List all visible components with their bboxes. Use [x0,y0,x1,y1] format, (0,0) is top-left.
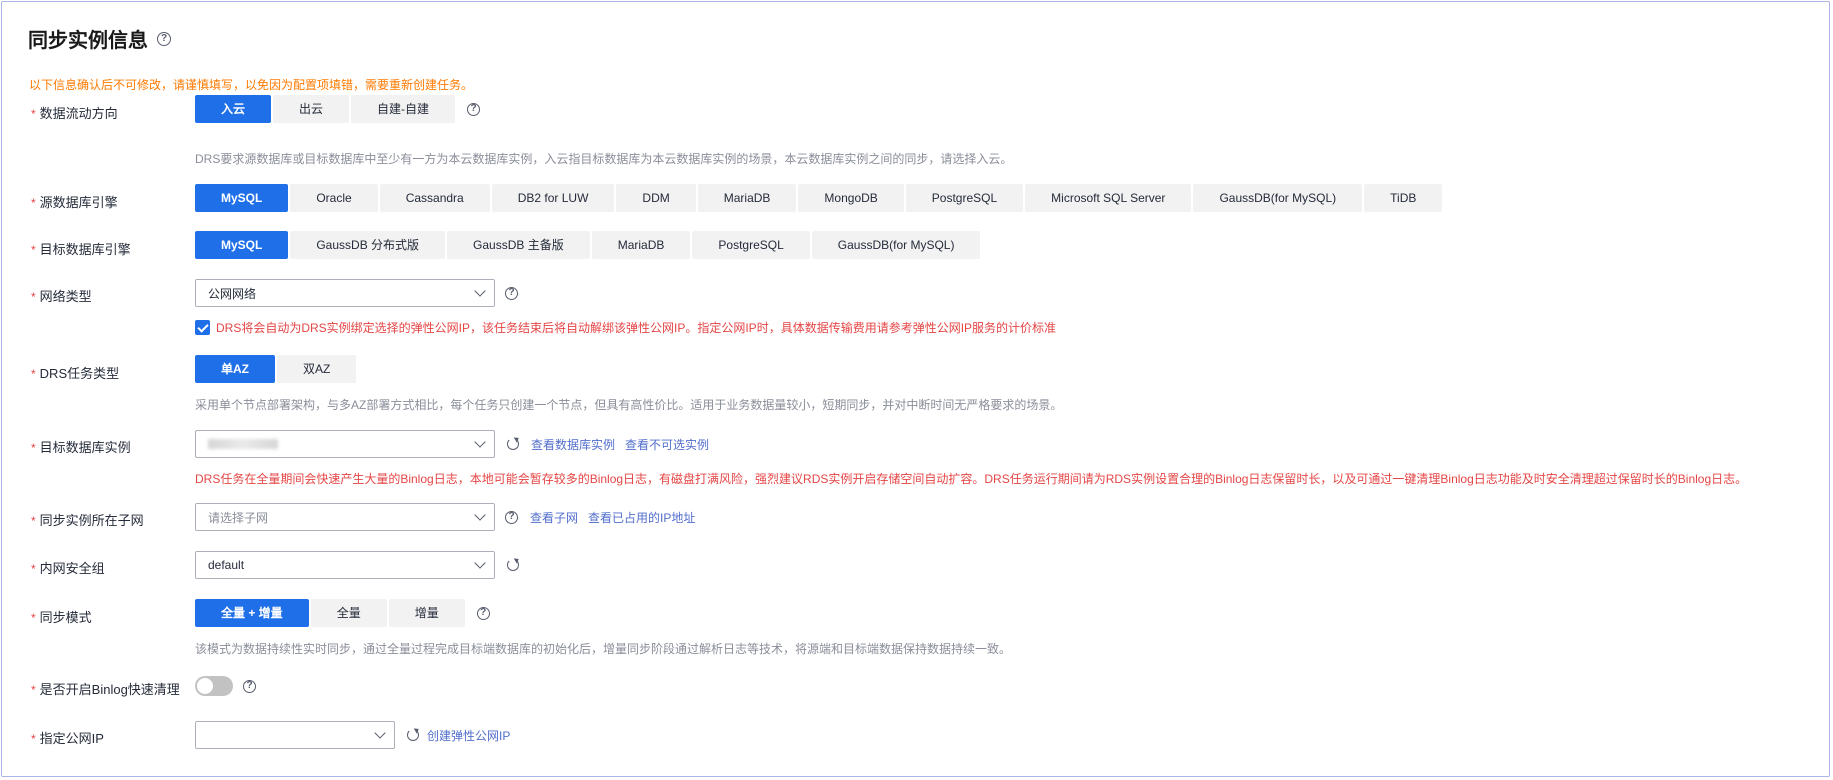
source-engine-mariadb[interactable]: MariaDB [697,184,797,212]
target-engine-mariadb[interactable]: MariaDB [591,231,691,259]
subnet-help-icon[interactable]: ? [505,510,518,524]
eip-notice-text: DRS将会自动为DRS实例绑定选择的弹性公网IP，该任务结束后将自动解绑该弹性公… [216,321,1057,335]
source-engine-mysql[interactable]: MySQL [195,184,289,212]
security-group-select[interactable]: default [195,551,495,579]
network-help-icon[interactable]: ? [505,286,518,300]
subnet-placeholder: 请选择子网 [208,510,269,525]
page-title-text: 同步实例信息 [28,30,148,52]
source-engine-tidb[interactable]: TiDB [1364,184,1443,212]
sync-instance-panel: 同步实例信息 ? 以下信息确认后不可修改，请谨慎填写，以免因为配置项填错，需要重… [1,1,1830,777]
security-group-value: default [208,558,245,572]
network-type-label: * 网络类型 [31,289,92,304]
chevron-down-icon [474,509,486,521]
help-icon[interactable]: ? [157,31,171,46]
view-instances-link[interactable]: 查看数据库实例 [531,436,615,453]
flow-direction-hint: DRS要求源数据库或目标数据库中至少有一方为本云数据库实例，入云指目标数据库为本… [195,152,1013,166]
network-type-value: 公网网络 [208,286,257,301]
source-engine-ddm[interactable]: DDM [616,184,696,212]
target-engine-gaussdb-primary[interactable]: GaussDB 主备版 [447,231,590,259]
flow-direction-label: * 数据流动方向 [31,106,118,121]
source-engine-label: * 源数据库引擎 [31,195,118,210]
public-ip-control: 创建弹性公网IP [195,721,510,749]
binlog-warning: DRS任务在全量期间会快速产生大量的Binlog日志，本地可能会暂存较多的Bin… [195,472,1748,486]
task-type-label: * DRS任务类型 [31,366,120,381]
chevron-down-icon [474,285,486,297]
target-instance-label: * 目标数据库实例 [31,440,131,455]
source-engine-postgresql[interactable]: PostgreSQL [905,184,1024,212]
task-type-hint: 采用单个节点部署架构，与多AZ部署方式相比，每个任务只创建一个节点，但具有高性价… [195,398,1063,412]
subnet-select[interactable]: 请选择子网 [195,503,495,531]
sync-mode-full[interactable]: 全量 [310,599,387,627]
refresh-icon[interactable] [407,729,419,741]
target-instance-value-redacted [208,439,278,449]
flow-direction-group: 入云 出云 自建-自建 ? [195,95,481,123]
chevron-down-icon [374,727,386,739]
task-type-single-az[interactable]: 单AZ [195,355,275,383]
network-type-control: 公网网络 ? [195,279,518,307]
binlog-cleanup-control: ? [195,676,256,696]
view-subnet-link[interactable]: 查看子网 [530,509,578,526]
sync-mode-hint: 该模式为数据持续性实时同步，通过全量过程完成目标端数据库的初始化后，增量同步阶段… [195,642,1012,656]
binlog-cleanup-label: * 是否开启Binlog快速清理 [31,682,180,697]
security-group-label: * 内网安全组 [31,561,105,576]
task-type-dual-az[interactable]: 双AZ [277,355,357,383]
config-warning: 以下信息确认后不可修改，请谨慎填写，以免因为配置项填错，需要重新创建任务。 [29,78,474,92]
create-eip-link[interactable]: 创建弹性公网IP [427,727,510,744]
page-title: 同步实例信息 ? [28,24,171,53]
binlog-help-icon[interactable]: ? [243,679,256,693]
source-engine-db2[interactable]: DB2 for LUW [491,184,615,212]
source-engine-group: MySQL Oracle Cassandra DB2 for LUW DDM M… [195,184,1444,212]
sync-mode-incremental[interactable]: 增量 [388,599,465,627]
source-engine-mongodb[interactable]: MongoDB [798,184,904,212]
eip-checkbox[interactable] [195,320,210,335]
target-instance-select[interactable] [195,430,495,458]
eip-notice: DRS将会自动为DRS实例绑定选择的弹性公网IP，该任务结束后将自动解绑该弹性公… [195,319,1056,336]
binlog-cleanup-toggle[interactable] [195,676,233,696]
target-engine-gaussdb-distributed[interactable]: GaussDB 分布式版 [290,231,446,259]
source-engine-oracle[interactable]: Oracle [290,184,378,212]
refresh-icon[interactable] [507,559,519,571]
task-type-group: 单AZ 双AZ [195,355,358,383]
sync-mode-help-icon[interactable]: ? [476,606,490,620]
network-type-select[interactable]: 公网网络 [195,279,495,307]
sync-mode-label: * 同步模式 [31,610,92,625]
source-engine-cassandra[interactable]: Cassandra [379,184,490,212]
sync-mode-full-incremental[interactable]: 全量 + 增量 [195,599,309,627]
refresh-icon[interactable] [507,438,519,450]
flow-option-self[interactable]: 自建-自建 [351,95,456,123]
target-instance-control: 查看数据库实例 查看不可选实例 [195,430,709,458]
view-unavailable-instances-link[interactable]: 查看不可选实例 [625,436,709,453]
chevron-down-icon [474,557,486,569]
target-engine-gaussdb-mysql[interactable]: GaussDB(for MySQL) [811,231,981,259]
target-engine-mysql[interactable]: MySQL [195,231,289,259]
target-engine-postgresql[interactable]: PostgreSQL [692,231,810,259]
source-engine-gaussdb-mysql[interactable]: GaussDB(for MySQL) [1193,184,1363,212]
target-engine-label: * 目标数据库引擎 [31,242,131,257]
target-engine-group: MySQL GaussDB 分布式版 GaussDB 主备版 MariaDB P… [195,231,982,259]
subnet-control: 请选择子网 ? 查看子网 查看已占用的IP地址 [195,503,695,531]
flow-option-out[interactable]: 出云 [273,95,350,123]
chevron-down-icon [474,436,486,448]
flow-option-in[interactable]: 入云 [195,95,272,123]
security-group-control: default [195,551,519,579]
view-used-ip-link[interactable]: 查看已占用的IP地址 [588,509,695,526]
subnet-label: * 同步实例所在子网 [31,513,144,528]
sync-mode-group: 全量 + 增量 全量 增量 ? [195,599,490,627]
public-ip-label: * 指定公网IP [31,731,104,746]
public-ip-select[interactable] [195,721,395,749]
flow-help-icon[interactable]: ? [467,102,481,116]
source-engine-sqlserver[interactable]: Microsoft SQL Server [1025,184,1192,212]
